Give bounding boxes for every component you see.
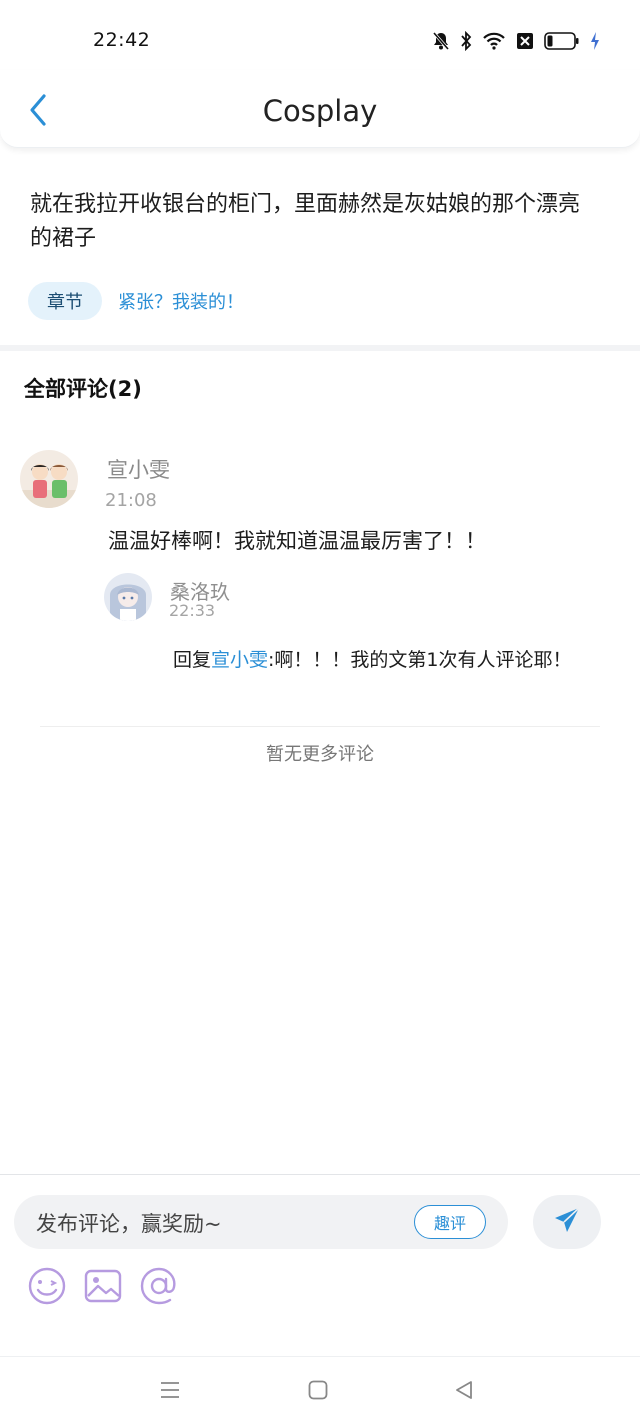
post-text: 就在我拉开收银台的柜门，里面赫然是灰姑娘的那个漂亮的裙子 xyxy=(30,192,581,251)
reply-time: 22:33 xyxy=(169,601,216,620)
quick-comment-button[interactable]: 趣评 xyxy=(414,1205,486,1239)
status-time: 22:42 xyxy=(93,29,151,51)
chapter-row: 章节 紧张？我装的！ xyxy=(28,282,244,320)
status-icons xyxy=(432,28,600,54)
status-bar: 22:42 xyxy=(0,0,640,80)
bell-muted-icon xyxy=(432,31,450,51)
reply-text: 回复宣小雯:啊！！！我的文第1次有人评论耶！ xyxy=(173,645,603,675)
emoji-icon[interactable] xyxy=(26,1265,68,1307)
reply-content: :啊！！！我的文第1次有人评论耶！ xyxy=(268,649,572,671)
header-bar: Cosplay xyxy=(0,70,640,148)
charging-icon xyxy=(590,31,600,51)
comment-text: 温温好棒啊！我就知道温温最厉害了！！ xyxy=(108,529,486,553)
system-nav-bar xyxy=(0,1356,640,1422)
battery-icon xyxy=(544,31,580,51)
list-end-divider xyxy=(40,726,600,727)
mention-at-icon[interactable] xyxy=(138,1265,180,1307)
reply-prefix: 回复 xyxy=(173,649,212,671)
bluetooth-icon xyxy=(460,31,472,51)
chapter-title-link[interactable]: 紧张？我装的！ xyxy=(118,288,244,314)
comment-time: 21:08 xyxy=(105,490,157,511)
comment-input[interactable]: 发布评论，赢奖励~ 趣评 xyxy=(14,1195,508,1249)
comment-input-panel: 发布评论，赢奖励~ 趣评 xyxy=(0,1174,640,1356)
wifi-icon xyxy=(482,31,506,51)
back-triangle-icon[interactable] xyxy=(449,1375,479,1405)
section-divider xyxy=(0,345,640,351)
menu-icon[interactable] xyxy=(155,1375,185,1405)
comments-heading: 全部评论(2) xyxy=(24,377,142,401)
comment-input-placeholder: 发布评论，赢奖励~ xyxy=(36,1212,222,1236)
page-title: Cosplay xyxy=(262,94,378,128)
comment-author[interactable]: 宣小雯 xyxy=(107,454,170,484)
reply-mention-link[interactable]: 宣小雯 xyxy=(211,649,268,671)
image-icon[interactable] xyxy=(82,1265,124,1307)
avatar[interactable] xyxy=(104,573,152,621)
sim-blocked-icon xyxy=(516,32,534,50)
chapter-badge: 章节 xyxy=(28,282,102,320)
send-button[interactable] xyxy=(533,1195,601,1249)
send-icon xyxy=(553,1206,581,1238)
avatar[interactable] xyxy=(20,450,78,508)
no-more-comments-text: 暂无更多评论 xyxy=(266,744,374,765)
home-icon[interactable] xyxy=(303,1375,333,1405)
